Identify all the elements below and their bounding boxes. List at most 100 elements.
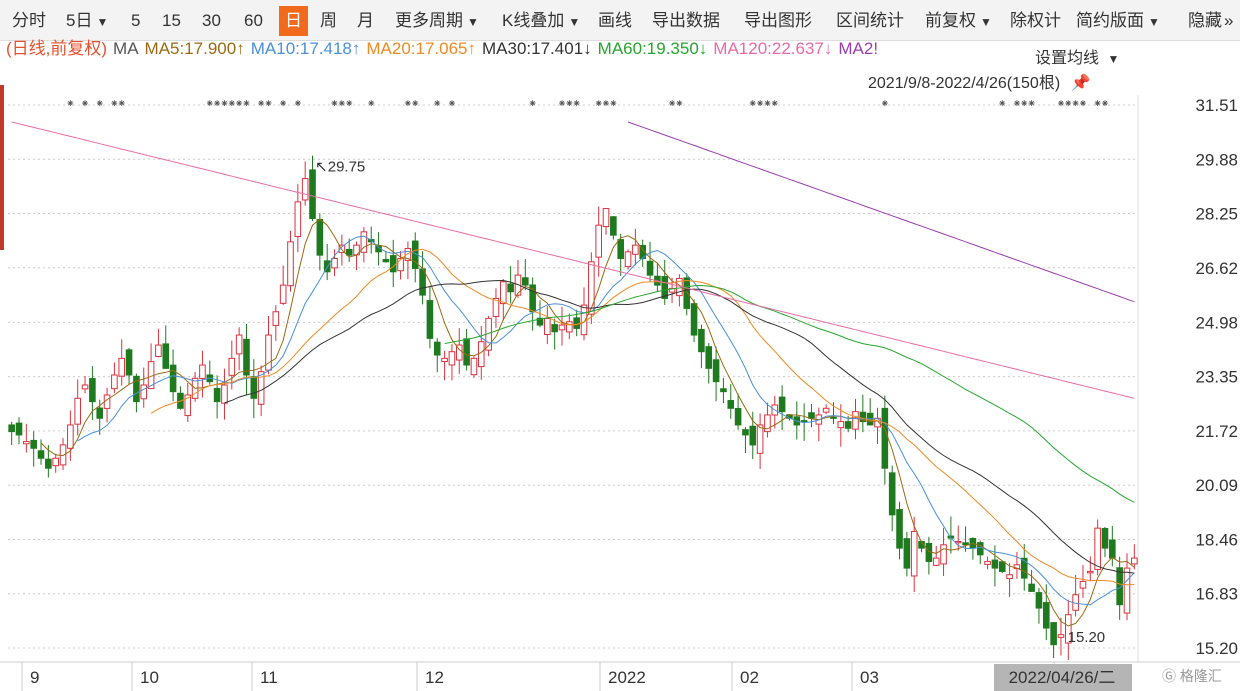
candle-body <box>720 388 727 393</box>
x-tick-label: 03 <box>860 668 879 687</box>
candle-body <box>279 284 287 304</box>
candle-body <box>111 374 118 390</box>
candle-body <box>580 304 588 336</box>
x-tick-label: 10 <box>140 668 159 687</box>
y-tick-label: 29.88 <box>1195 150 1238 169</box>
ma5-line <box>40 218 1135 627</box>
candle-body <box>389 255 397 273</box>
candle-body <box>345 248 353 256</box>
ma30-line <box>224 279 1135 574</box>
candle-body <box>756 424 764 454</box>
event-marker: ⁕ <box>80 98 89 110</box>
candle-body <box>155 344 162 357</box>
candle-body <box>595 224 602 258</box>
candle-body <box>89 378 96 403</box>
candle-body <box>896 509 903 549</box>
candle-body <box>544 317 551 335</box>
candle-body <box>30 439 37 449</box>
candle-body <box>507 283 514 293</box>
candle-body <box>81 384 89 390</box>
candle-body <box>800 420 808 423</box>
candlestick-chart[interactable]: 31.51 29.88 28.25 26.62 24.98 23.35 21.72 20.09… <box>0 0 1240 691</box>
candle-body <box>932 557 940 566</box>
candle-body <box>287 241 294 287</box>
candle-body <box>749 425 757 446</box>
y-tick-label: 18.46 <box>1195 530 1238 549</box>
ma120-line <box>11 121 1135 399</box>
candle-body <box>294 201 302 237</box>
ma10-line <box>77 235 1135 606</box>
candle-body <box>448 351 456 366</box>
candle-body <box>67 424 74 449</box>
ma20-line <box>150 248 1135 586</box>
y-tick-label: 31.51 <box>1195 96 1238 115</box>
candle-body <box>15 422 23 436</box>
candle-body <box>610 216 617 236</box>
candle-body <box>331 257 338 269</box>
event-marker: ⁕ <box>609 98 618 110</box>
candle-body <box>463 338 470 366</box>
candle-body <box>588 261 595 315</box>
event-marker: ⁕ <box>1100 98 1109 110</box>
y-tick-label: 28.25 <box>1195 205 1238 224</box>
candle-body <box>1131 557 1138 565</box>
candle-body <box>169 364 177 393</box>
ma60-line <box>444 284 1135 503</box>
candle-body <box>830 416 837 419</box>
candle-body <box>778 396 786 413</box>
candle-body <box>1079 580 1087 589</box>
high-annotation: ↖29.75 <box>315 159 365 176</box>
candle-body <box>881 407 889 469</box>
y-tick-label: 20.09 <box>1195 476 1238 495</box>
candle-body <box>162 343 170 369</box>
candle-body <box>852 411 859 430</box>
candle-body <box>566 321 573 333</box>
candle-body <box>1109 539 1116 559</box>
candle-body <box>734 407 742 426</box>
candle-body <box>998 561 1006 572</box>
candle-body <box>698 328 705 353</box>
candle-body <box>712 359 720 383</box>
candle-body <box>1042 602 1050 629</box>
candle-body <box>573 317 580 329</box>
candle-body <box>235 334 243 355</box>
x-tick-label: 11 <box>260 668 278 687</box>
candle-body <box>441 357 448 363</box>
candle-body <box>45 458 52 469</box>
event-marker: ⁕ <box>279 98 288 110</box>
candle-body <box>632 244 639 255</box>
watermark-label: 格隆汇 <box>1179 668 1222 684</box>
candle-body <box>558 324 566 331</box>
candle-body <box>426 300 434 339</box>
candle-body <box>37 450 45 459</box>
x-tick-label: 9 <box>30 668 39 687</box>
event-marker: ⁕ <box>293 98 302 110</box>
candle-body <box>903 538 911 569</box>
y-tick-label: 21.72 <box>1195 422 1238 441</box>
candle-body <box>118 357 126 377</box>
candle-body <box>52 457 59 467</box>
event-marker: ⁕ <box>770 98 779 110</box>
event-marker: ⁕ <box>528 98 537 110</box>
logo-g-icon: Ⓖ <box>1162 668 1176 684</box>
candle-body <box>1123 567 1131 614</box>
candle-body <box>382 258 390 263</box>
candle-body <box>624 251 632 268</box>
candle-body <box>1087 570 1094 574</box>
candle-body <box>551 324 558 333</box>
candle-body <box>844 421 852 429</box>
event-marker: ⁕ <box>367 98 376 110</box>
candle-body <box>602 208 610 228</box>
candle-body <box>74 397 82 425</box>
candle-body <box>125 349 133 376</box>
ma250-line <box>627 121 1135 303</box>
candle-body <box>705 346 713 369</box>
y-tick-label: 15.20 <box>1195 639 1238 658</box>
candle-body <box>221 384 228 404</box>
event-marker: ⁕ <box>1078 98 1087 110</box>
candle-body <box>228 357 236 376</box>
event-marker: ⁕ <box>447 98 456 110</box>
candle-body <box>1057 634 1065 638</box>
candle-body <box>522 277 529 286</box>
event-marker: ⁕ <box>95 98 104 110</box>
